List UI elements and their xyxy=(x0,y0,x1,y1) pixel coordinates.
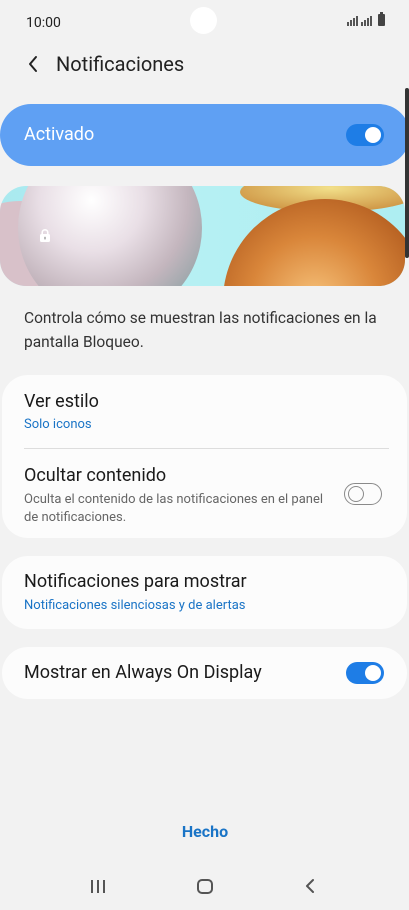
status-icons xyxy=(347,12,385,26)
notifications-to-show-title: Notificaciones para mostrar xyxy=(24,571,247,592)
master-switch-label: Activado xyxy=(24,124,95,145)
notifications-to-show-value: Notificaciones silenciosas y de alertas xyxy=(24,598,246,613)
battery-icon xyxy=(378,12,385,26)
toggle-knob xyxy=(348,486,364,502)
hide-content-row[interactable]: Ocultar contenido Oculta el contenido de… xyxy=(2,449,407,538)
toggle-knob xyxy=(365,665,381,681)
master-toggle[interactable] xyxy=(346,124,384,146)
home-icon[interactable] xyxy=(197,879,213,894)
back-arrow-icon xyxy=(29,56,37,72)
recent-apps-icon[interactable] xyxy=(91,880,105,893)
cell-signal-icon xyxy=(361,16,372,26)
hide-content-title: Ocultar contenido xyxy=(24,465,167,486)
wallpaper-spheres xyxy=(0,186,405,286)
hide-content-toggle[interactable] xyxy=(344,483,382,505)
back-button[interactable] xyxy=(18,48,48,80)
view-style-title: Ver estilo xyxy=(24,391,99,412)
hide-content-description: Oculta el contenido de las notificacione… xyxy=(24,492,324,525)
view-style-value: Solo iconos xyxy=(24,417,92,432)
master-switch-row[interactable]: Activado xyxy=(0,104,409,166)
front-camera xyxy=(190,7,217,34)
wifi-signal-icon xyxy=(347,16,358,26)
app-header: Notificaciones xyxy=(0,46,409,86)
view-style-row[interactable]: Ver estilo Solo iconos xyxy=(2,375,407,448)
scroll-handle[interactable] xyxy=(405,88,409,258)
description-text: Controla cómo se muestran las notificaci… xyxy=(24,309,377,351)
always-on-display-title: Mostrar en Always On Display xyxy=(24,662,262,683)
done-button[interactable]: Hecho xyxy=(163,822,247,848)
always-on-display-row[interactable]: Mostrar en Always On Display xyxy=(2,647,407,699)
status-bar: 10:00 xyxy=(0,0,409,46)
lockscreen-preview-image xyxy=(0,186,405,286)
page-title: Notificaciones xyxy=(56,52,185,76)
nav-back-icon[interactable] xyxy=(305,878,315,894)
status-time: 10:00 xyxy=(26,15,61,31)
navigation-bar xyxy=(0,862,409,910)
toggle-knob xyxy=(365,127,381,143)
notifications-to-show-row[interactable]: Notificaciones para mostrar Notificacion… xyxy=(2,556,407,629)
settings-card-style: Ver estilo Solo iconos Ocultar contenido… xyxy=(2,375,407,538)
lock-icon xyxy=(40,229,50,242)
always-on-display-toggle[interactable] xyxy=(346,662,384,684)
